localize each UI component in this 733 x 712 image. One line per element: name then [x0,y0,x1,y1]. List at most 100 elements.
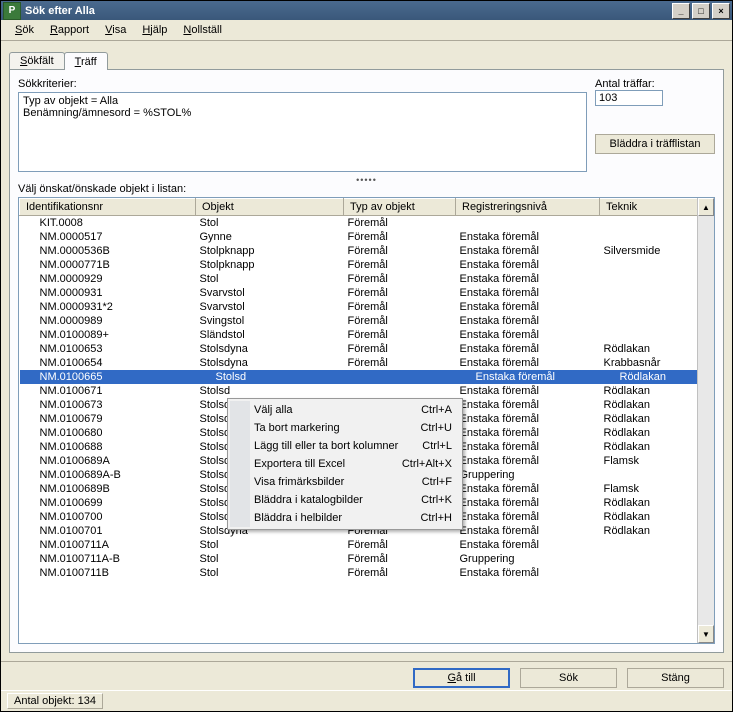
table-cell: Rödlakan [600,384,699,398]
stang-button[interactable]: Stäng [627,668,724,688]
table-row[interactable]: NM.0100671StolsdEnstaka föremålRödlakan [20,384,699,398]
table-cell: Flamsk [600,482,699,496]
table-row[interactable]: NM.0100654StolsdynaFöremålEnstaka föremå… [20,356,699,370]
table-cell [600,552,699,566]
table-cell: Stol [196,552,344,566]
menubar: Sök Rapport Visa Hjälp Nollställ [1,20,732,41]
splitter[interactable]: ••••• [18,175,715,183]
table-cell: Föremål [344,244,456,258]
maximize-button[interactable]: □ [692,3,710,19]
minimize-button[interactable]: _ [672,3,690,19]
table-cell: Rödlakan [600,398,699,412]
col-objekt[interactable]: Objekt [196,199,344,216]
table-cell: Enstaka föremål [456,482,600,496]
table-cell: Stolsd [196,384,344,398]
sok-button[interactable]: Sök [520,668,617,688]
context-menu-shortcut: Ctrl+H [420,512,451,524]
menu-sok[interactable]: Sök [7,22,42,38]
table-cell: NM.0000929 [20,272,196,286]
criteria-textarea[interactable]: Typ av objekt = Alla Benämning/ämnesord … [18,92,587,172]
menu-nollstall[interactable]: Nollställ [175,22,230,38]
status-count: Antal objekt: 134 [7,693,103,709]
table-cell: Stolpknapp [196,244,344,258]
table-cell: Enstaka föremål [456,244,600,258]
context-menu-item[interactable]: Ta bort markeringCtrl+U [230,419,460,437]
table-row[interactable]: NM.0100653StolsdynaFöremålEnstaka föremå… [20,342,699,356]
table-row[interactable]: NM.0000517GynneFöremålEnstaka föremål [20,230,699,244]
table-cell: Enstaka föremål [456,356,600,370]
table-cell: Föremål [344,566,456,580]
table-cell: Rödlakan [600,440,699,454]
menu-visa[interactable]: Visa [97,22,134,38]
col-registreringsniva[interactable]: Registreringsnivå [456,199,600,216]
table-row[interactable]: NM.0100665StolsdEnstaka föremålRödlakan [20,370,699,384]
table-cell: Föremål [344,272,456,286]
table-cell: Föremål [344,258,456,272]
table-cell: NM.0000931 [20,286,196,300]
scroll-up-icon[interactable]: ▲ [698,198,714,216]
table-cell: Stol [196,216,344,231]
table-row[interactable]: NM.0100711AStolFöremålEnstaka föremål [20,538,699,552]
context-menu-item[interactable]: Välj allaCtrl+A [230,401,460,419]
context-menu-label: Bläddra i katalogbilder [254,494,363,506]
table-row[interactable]: NM.0000929StolFöremålEnstaka föremål [20,272,699,286]
table-row[interactable]: NM.0100089+SländstolFöremålEnstaka förem… [20,328,699,342]
table-cell: NM.0100689A-B [20,468,196,482]
table-row[interactable]: NM.0000536BStolpknappFöremålEnstaka före… [20,244,699,258]
table-cell: Enstaka föremål [456,454,600,468]
scrollbar[interactable]: ▲ ▼ [697,198,714,643]
table-cell: NM.0100679 [20,412,196,426]
context-menu-item[interactable]: Exportera till ExcelCtrl+Alt+X [230,455,460,473]
context-menu-label: Ta bort markering [254,422,340,434]
context-menu-label: Lägg till eller ta bort kolumner [254,440,398,452]
close-button[interactable]: × [712,3,730,19]
context-menu-item[interactable]: Bläddra i helbilder Ctrl+H [230,509,460,527]
context-menu-label: Exportera till Excel [254,458,345,470]
bottom-buttons: Gå till Sök Stäng [1,661,732,690]
table-cell [600,272,699,286]
table-cell [600,258,699,272]
browse-hits-button[interactable]: Bläddra i träfflistan [595,134,715,154]
menu-rapport[interactable]: Rapport [42,22,97,38]
table-cell: Enstaka föremål [456,538,600,552]
context-menu-item[interactable]: Visa frimärksbilderCtrl+F [230,473,460,491]
table-cell: Gynne [196,230,344,244]
context-menu-shortcut: Ctrl+L [422,440,452,452]
tab-sokfalt[interactable]: Sökfält [9,52,65,69]
col-teknik[interactable]: Teknik [600,199,699,216]
table-cell: Enstaka föremål [456,230,600,244]
table-cell: NM.0100701 [20,524,196,538]
table-cell: Föremål [344,230,456,244]
table-row[interactable]: KIT.0008StolFöremål [20,216,699,231]
table-row[interactable]: NM.0000989SvingstolFöremålEnstaka föremå… [20,314,699,328]
gatill-button[interactable]: Gå till [413,668,510,688]
context-menu-item[interactable]: Lägg till eller ta bort kolumner Ctrl+L [230,437,460,455]
context-menu-item[interactable]: Bläddra i katalogbilder Ctrl+K [230,491,460,509]
table-cell: NM.0100665 [20,370,196,384]
tab-traff[interactable]: Träff [64,52,108,70]
hits-input[interactable] [595,90,663,106]
menu-hjalp[interactable]: Hjälp [134,22,175,38]
table-cell: Föremål [344,286,456,300]
context-menu-label: Bläddra i helbilder [254,512,342,524]
table-cell: Enstaka föremål [456,328,600,342]
col-identifikationsnr[interactable]: Identifikationsnr [20,199,196,216]
table-cell: Flamsk [600,454,699,468]
table-cell: Rödlakan [600,412,699,426]
table-cell: Rödlakan [600,342,699,356]
table-row[interactable]: NM.0100711A-BStolFöremålGruppering [20,552,699,566]
table-cell: Rödlakan [600,370,699,384]
table-cell: NM.0100711A-B [20,552,196,566]
table-cell: Enstaka föremål [456,566,600,580]
context-menu-shortcut: Ctrl+K [421,494,452,506]
table-cell: NM.0100699 [20,496,196,510]
col-typ[interactable]: Typ av objekt [344,199,456,216]
table-row[interactable]: NM.0000931SvarvstolFöremålEnstaka föremå… [20,286,699,300]
table-cell: Enstaka föremål [456,258,600,272]
table-cell [600,314,699,328]
context-menu[interactable]: Välj allaCtrl+ATa bort markeringCtrl+ULä… [227,398,463,530]
table-row[interactable]: NM.0100711BStolFöremålEnstaka föremål [20,566,699,580]
table-row[interactable]: NM.0000771BStolpknappFöremålEnstaka före… [20,258,699,272]
scroll-down-icon[interactable]: ▼ [698,625,714,643]
table-row[interactable]: NM.0000931*2SvarvstolFöremålEnstaka före… [20,300,699,314]
